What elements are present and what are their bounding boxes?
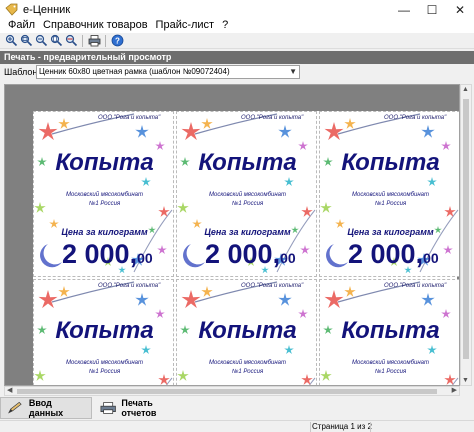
zoom-in-icon[interactable]: [4, 34, 18, 48]
product-name: Копыта: [198, 149, 297, 176]
company-name: ООО "Рога и копыта": [98, 283, 161, 289]
scroll-right-icon[interactable]: ▶: [452, 386, 457, 394]
toolbar-separator: [82, 34, 83, 47]
manufacturer-country: №1 Россия: [231, 369, 264, 375]
manufacturer-line: Московский мясокомбинат: [352, 360, 429, 366]
manufacturer-country: №1 Россия: [88, 201, 121, 207]
price-main: 2 000,: [205, 239, 281, 269]
menu-help[interactable]: ?: [218, 19, 232, 31]
manufacturer-line: Московский мясокомбинат: [209, 360, 286, 366]
data-input-button[interactable]: Ввод данных: [0, 397, 92, 419]
scroll-up-icon[interactable]: ▲: [462, 86, 469, 93]
manufacturer-line: Московский мясокомбинат: [66, 360, 143, 366]
print-preview[interactable]: ООО "Рога и копыта" Копыта Московский мясо…: [4, 84, 460, 386]
vertical-scrollbar[interactable]: ▲ ▼: [460, 84, 472, 386]
unit-label: Цена за килограмм: [61, 227, 148, 237]
price-tag-card: ООО "Рога и копыта" Копыта Московский мясо…: [176, 111, 317, 277]
print-reports-label: Печать отчетов: [121, 398, 157, 418]
price-tag-card: ООО "Рога и копыта" Копыта Московский мясо…: [33, 111, 174, 277]
section-title: Печать - предварительный просмотр: [0, 51, 474, 64]
menu-price-list[interactable]: Прайс-лист: [152, 19, 219, 31]
menu-bar: Файл Справочник товаров Прайс-лист ?: [0, 17, 474, 33]
unit-label: Цена за килограмм: [204, 227, 291, 237]
manufacturer-country: №1 Россия: [374, 369, 407, 375]
bottom-bar: Ввод данных Печать отчетов: [0, 397, 474, 419]
price-cents: 00: [137, 250, 153, 266]
scrollbar-thumb[interactable]: [463, 99, 469, 359]
status-page-counter: Страница 1 из 2: [312, 422, 372, 431]
price-tag-card: ООО "Рога и копыта" Копыта Московский мясо…: [319, 279, 459, 385]
preview-page: ООО "Рога и копыта" Копыта Московский мясо…: [33, 111, 459, 385]
product-name: Копыта: [55, 149, 154, 176]
status-divider: [370, 422, 371, 432]
scrollbar-thumb[interactable]: [17, 389, 437, 394]
company-name: ООО "Рога и копыта": [98, 115, 161, 121]
printer-icon[interactable]: [87, 34, 101, 48]
printer-icon: [100, 402, 116, 414]
price-main: 2 000,: [348, 239, 424, 269]
price-cents: 00: [280, 250, 296, 266]
template-label: Шаблон: [4, 67, 38, 77]
zoom-fit-icon[interactable]: [19, 34, 33, 48]
status-bar: Страница 1 из 2: [0, 420, 474, 432]
manufacturer-line: Московский мясокомбинат: [66, 192, 143, 198]
template-select[interactable]: Ценник 60х80 цветная рамка (шаблон №0907…: [36, 65, 300, 79]
price-tag-card: ООО "Рога и копыта" Копыта Московский мясо…: [319, 111, 459, 277]
app-window: е-Ценник — ☐ ✕ Файл Справочник товаров П…: [0, 0, 474, 432]
price-tag-card: ООО "Рога и копыта" Копыта Московский мясо…: [33, 279, 174, 385]
product-name: Копыта: [341, 317, 440, 344]
horizontal-scrollbar[interactable]: ◀ ▶: [4, 386, 460, 396]
product-name: Копыта: [198, 317, 297, 344]
manufacturer-country: №1 Россия: [374, 201, 407, 207]
toolbar: ?: [0, 33, 474, 49]
manufacturer-country: №1 Россия: [88, 369, 121, 375]
price-value: 2 000,00: [348, 239, 439, 270]
price-value: 2 000,00: [205, 239, 296, 270]
price-value: 2 000,00: [62, 239, 153, 270]
product-name: Копыта: [55, 317, 154, 344]
manufacturer-line: Московский мясокомбинат: [352, 192, 429, 198]
print-reports-button[interactable]: Печать отчетов: [94, 397, 190, 419]
zoom-width-icon[interactable]: [64, 34, 78, 48]
template-row: Шаблон Ценник 60х80 цветная рамка (шабло…: [0, 64, 474, 80]
manufacturer-country: №1 Россия: [231, 201, 264, 207]
manufacturer-line: Московский мясокомбинат: [209, 192, 286, 198]
scroll-down-icon[interactable]: ▼: [462, 377, 469, 384]
data-input-label: Ввод данных: [28, 398, 64, 418]
toolbar-separator: [105, 34, 106, 47]
zoom-out-icon[interactable]: [34, 34, 48, 48]
zoom-page-icon[interactable]: [49, 34, 63, 48]
price-main: 2 000,: [62, 239, 138, 269]
svg-text:?: ?: [115, 37, 120, 46]
company-name: ООО "Рога и копыта": [241, 283, 304, 289]
company-name: ООО "Рога и копыта": [384, 115, 447, 121]
price-cents: 00: [423, 250, 439, 266]
price-tag-app-icon: [5, 3, 18, 16]
menu-products[interactable]: Справочник товаров: [39, 19, 152, 31]
company-name: ООО "Рога и копыта": [241, 115, 304, 121]
status-divider: [310, 422, 311, 432]
scroll-left-icon[interactable]: ◀: [7, 386, 12, 394]
company-name: ООО "Рога и копыта": [384, 283, 447, 289]
menu-file[interactable]: Файл: [4, 19, 39, 31]
price-tag-card: ООО "Рога и копыта" Копыта Московский мясо…: [176, 279, 317, 385]
product-name: Копыта: [341, 149, 440, 176]
template-select-value: Ценник 60х80 цветная рамка (шаблон №0907…: [39, 67, 230, 76]
chevron-down-icon[interactable]: ▼: [289, 66, 297, 78]
unit-label: Цена за килограмм: [347, 227, 434, 237]
help-icon[interactable]: ?: [110, 34, 124, 48]
window-title: е-Ценник: [23, 4, 71, 16]
pen-icon: [8, 401, 22, 414]
